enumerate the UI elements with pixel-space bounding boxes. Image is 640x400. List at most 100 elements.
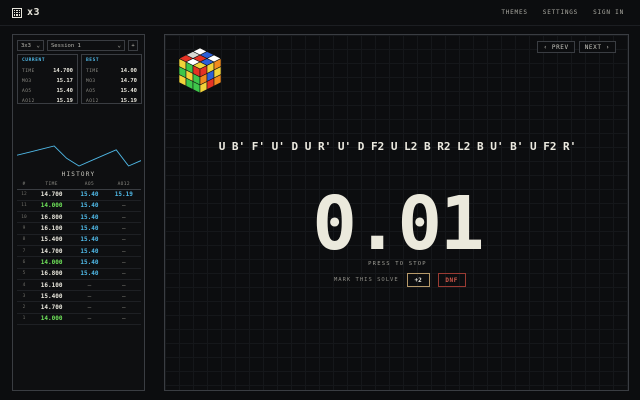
nav-themes[interactable]: THEMES xyxy=(501,9,527,16)
history-row-time: 16.100 xyxy=(31,279,73,292)
history-row-ao5: 15.40 xyxy=(72,189,107,201)
history-row-ao12: — xyxy=(106,200,141,213)
penalty-controls: MARK THIS SOLVE +2 DNF xyxy=(334,273,466,287)
history-row-index: 3 xyxy=(17,290,31,303)
history-row-ao12: — xyxy=(106,268,141,280)
stat-row: AO5 15.40 xyxy=(86,86,137,96)
history-row-ao12: — xyxy=(106,313,141,326)
history-row-ao5: 15.40 xyxy=(72,256,107,269)
timer-panel[interactable]: ‹ PREV NEXT › U B' F' U' D U R' U' D F2 … xyxy=(164,34,629,391)
stat-value: 14.70 xyxy=(120,78,137,84)
history-row[interactable]: 4 16.100— — xyxy=(17,279,141,292)
stat-key: TIME xyxy=(86,68,99,74)
stat-value: 15.19 xyxy=(120,98,137,104)
history-row-index: 8 xyxy=(17,234,31,246)
history-row-index: 1 xyxy=(17,313,31,326)
chevron-down-icon: ⌄ xyxy=(117,42,121,49)
history-row-index: 10 xyxy=(17,211,31,224)
history-row-ao5: 15.40 xyxy=(72,200,107,213)
history-row-ao12: — xyxy=(106,256,141,269)
mark-solve-label: MARK THIS SOLVE xyxy=(334,277,399,283)
history-row-ao5: 15.40 xyxy=(72,222,107,235)
stat-row: AO12 15.19 xyxy=(22,96,73,106)
history-row-ao5: — xyxy=(72,313,107,326)
header-ao12: AO12 xyxy=(106,181,141,190)
stat-row: MO3 15.17 xyxy=(22,76,73,86)
stat-value: 14.00 xyxy=(120,68,137,74)
logo[interactable]: x3 xyxy=(12,7,40,18)
header-index: # xyxy=(17,181,31,190)
history-row[interactable]: 5 16.800 15.40— xyxy=(17,268,141,280)
history-row-ao5: — xyxy=(72,301,107,314)
nav-sign-in[interactable]: SIGN IN xyxy=(593,9,624,16)
history-row-time: 16.800 xyxy=(31,211,73,224)
history-row-time: 14.000 xyxy=(31,256,73,269)
stat-value: 15.17 xyxy=(56,78,73,84)
history-row-time: 15.400 xyxy=(31,234,73,246)
top-bar: x3 THEMES SETTINGS SIGN IN xyxy=(0,0,640,26)
plus-two-button[interactable]: +2 xyxy=(406,273,430,287)
session-controls: 3x3 ⌄ Session 1 ⌄ + xyxy=(17,40,138,51)
prev-button[interactable]: ‹ PREV xyxy=(537,41,575,53)
history-row-ao5: 15.40 xyxy=(72,234,107,246)
history-row-time: 16.100 xyxy=(31,222,73,235)
history-row[interactable]: 10 16.800 15.40— xyxy=(17,211,141,224)
session-select[interactable]: Session 1 ⌄ xyxy=(47,40,125,51)
puzzle-select[interactable]: 3x3 ⌄ xyxy=(17,40,44,51)
next-button[interactable]: NEXT › xyxy=(578,41,616,53)
best-stats: BEST TIME 14.00 MO3 14.70 AO5 15.40 AO12 15.… xyxy=(81,54,142,104)
current-stats-title: CURRENT xyxy=(22,58,46,63)
history-row-ao12: 15.19 xyxy=(106,189,141,201)
stat-key: AO12 xyxy=(22,98,35,104)
best-stats-title: BEST xyxy=(86,58,100,63)
history-row-index: 11 xyxy=(17,200,31,213)
app-name: x3 xyxy=(27,7,41,18)
history-row-index: 4 xyxy=(17,279,31,292)
puzzle-select-value: 3x3 xyxy=(21,42,31,49)
history-row-ao12: — xyxy=(106,301,141,314)
history-row[interactable]: 8 15.400 15.40— xyxy=(17,234,141,246)
history-row-index: 2 xyxy=(17,301,31,314)
sidebar-panel: 3x3 ⌄ Session 1 ⌄ + CURRENT TIME 14.700 M… xyxy=(12,34,145,391)
history-row-time: 15.400 xyxy=(31,290,73,303)
header-time: TIME xyxy=(31,181,73,190)
stat-key: MO3 xyxy=(22,78,32,84)
history-row[interactable]: 6 14.000 15.40— xyxy=(17,256,141,269)
history-row-index: 12 xyxy=(17,189,31,201)
history-row-time: 14.000 xyxy=(31,200,73,213)
dnf-button[interactable]: DNF xyxy=(437,273,466,287)
cube-icon xyxy=(179,47,221,94)
history-row[interactable]: 3 15.400— — xyxy=(17,290,141,303)
stat-key: MO3 xyxy=(86,78,96,84)
history-row-ao12: — xyxy=(106,222,141,235)
stats-boxes: CURRENT TIME 14.700 MO3 15.17 AO5 15.40 AO1… xyxy=(17,54,142,104)
history-row-index: 7 xyxy=(17,245,31,258)
history-row-ao12: — xyxy=(106,211,141,224)
current-stats: CURRENT TIME 14.700 MO3 15.17 AO5 15.40 AO1… xyxy=(17,54,78,104)
nav-settings[interactable]: SETTINGS xyxy=(543,9,578,16)
history-row-time: 16.800 xyxy=(31,268,73,280)
add-session-button[interactable]: + xyxy=(128,40,138,51)
stat-key: TIME xyxy=(22,68,35,74)
history-row-ao12: — xyxy=(106,290,141,303)
timer-hint: PRESS TO STOP xyxy=(368,261,427,267)
stat-value: 15.19 xyxy=(56,98,73,104)
header-ao5: AO5 xyxy=(72,181,107,190)
history-table: # TIME AO5 AO12 12 14.700 15.40 15.19 11 14.0… xyxy=(17,181,141,326)
stat-key: AO5 xyxy=(86,88,96,94)
history-row[interactable]: 1 14.000— — xyxy=(17,313,141,326)
history-row-time: 14.700 xyxy=(31,189,73,201)
history-row[interactable]: 2 14.700— — xyxy=(17,301,141,314)
timer-display: 0.01 xyxy=(312,181,484,267)
grid-logo-icon xyxy=(12,7,22,18)
history-title: HISTORY xyxy=(61,171,96,178)
history-row[interactable]: 12 14.700 15.40 15.19 xyxy=(17,189,141,201)
stat-value: 15.40 xyxy=(56,88,73,94)
history-row[interactable]: 7 14.700 15.40— xyxy=(17,245,141,258)
history-row[interactable]: 11 14.000 15.40— xyxy=(17,200,141,213)
history-header-row: # TIME AO5 AO12 xyxy=(17,181,141,190)
history-row-time: 14.700 xyxy=(31,245,73,258)
history-row-ao5: — xyxy=(72,290,107,303)
session-select-value: Session 1 xyxy=(51,42,81,49)
history-row[interactable]: 9 16.100 15.40— xyxy=(17,222,141,235)
